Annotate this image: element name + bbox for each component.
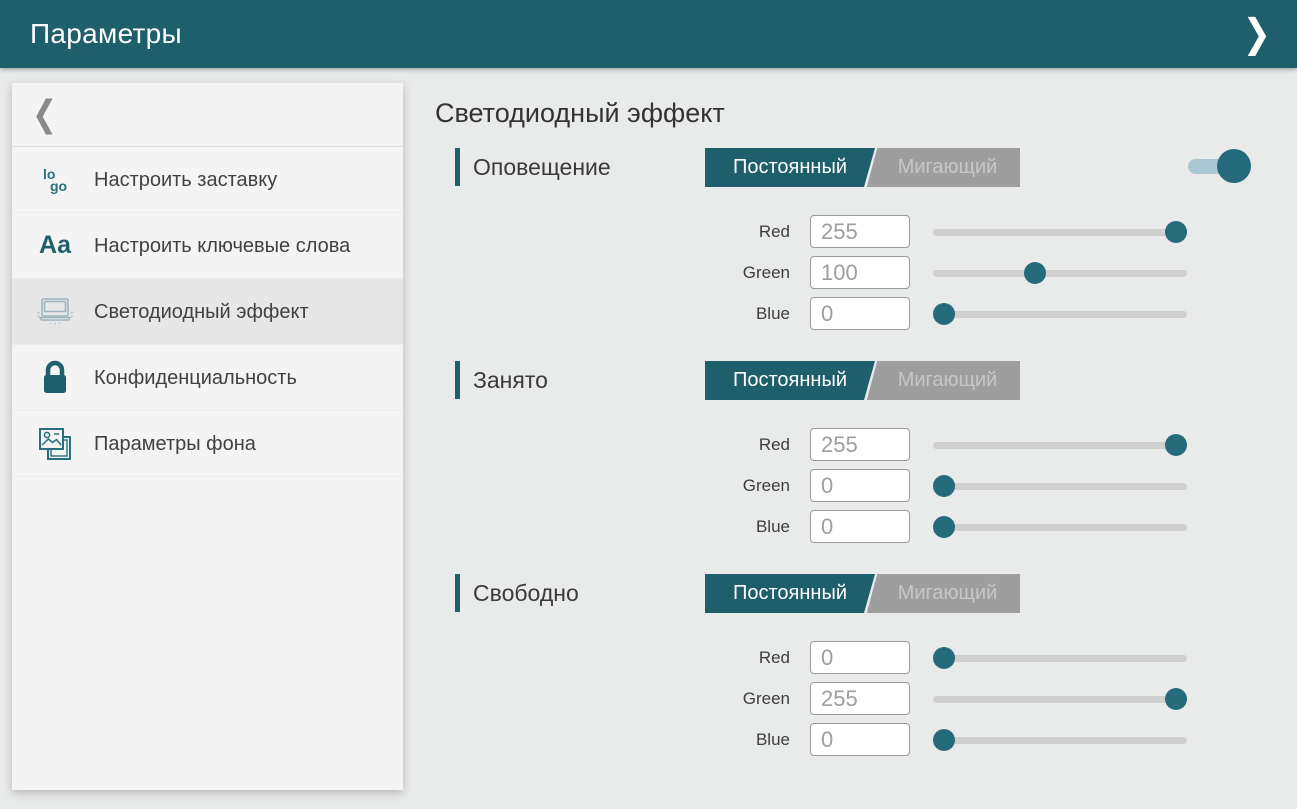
forward-chevron-icon[interactable]: ❯ bbox=[1235, 6, 1280, 61]
blue-slider[interactable] bbox=[933, 729, 1187, 751]
green-row: Green bbox=[455, 252, 1297, 293]
slider-track[interactable] bbox=[933, 229, 1187, 236]
section-accent-bar bbox=[455, 148, 460, 186]
settings-sidebar: ❮ logo Настроить заставку Aa Настроить к… bbox=[12, 83, 403, 790]
green-slider[interactable] bbox=[933, 262, 1187, 284]
slider-thumb[interactable] bbox=[1165, 434, 1187, 456]
sidebar-item-background[interactable]: Параметры фона bbox=[12, 411, 403, 477]
blue-value-input[interactable] bbox=[810, 723, 910, 756]
sidebar-item-led-effect[interactable]: Светодиодный эффект bbox=[12, 279, 403, 345]
sidebar-item-privacy[interactable]: Конфиденциальность bbox=[12, 345, 403, 411]
green-row: Green bbox=[455, 465, 1297, 506]
green-label: Green bbox=[455, 476, 790, 496]
blue-row: Blue bbox=[455, 293, 1297, 334]
mode-segmented-control: Мигающий Постоянный bbox=[705, 574, 1020, 613]
sidebar-back-button[interactable]: ❮ bbox=[12, 83, 403, 147]
slider-track[interactable] bbox=[933, 311, 1187, 318]
section-accent-bar bbox=[455, 574, 460, 612]
mode-constant-option[interactable]: Постоянный bbox=[705, 148, 875, 187]
section-busy: Занято Мигающий Постоянный Red Green bbox=[455, 358, 1297, 547]
slider-thumb[interactable] bbox=[1024, 262, 1046, 284]
green-label: Green bbox=[455, 689, 790, 709]
green-value-input[interactable] bbox=[810, 469, 910, 502]
logo-icon: logo bbox=[32, 168, 78, 192]
red-slider[interactable] bbox=[933, 221, 1187, 243]
text-aa-icon: Aa bbox=[32, 231, 78, 260]
section-title: Занято bbox=[473, 367, 548, 394]
sidebar-item-keywords[interactable]: Aa Настроить ключевые слова bbox=[12, 213, 403, 279]
green-slider[interactable] bbox=[933, 688, 1187, 710]
sidebar-item-label: Настроить ключевые слова bbox=[94, 233, 350, 259]
slider-thumb[interactable] bbox=[933, 729, 955, 751]
slider-thumb[interactable] bbox=[933, 475, 955, 497]
slider-thumb[interactable] bbox=[933, 516, 955, 538]
app-header: Параметры ❯ bbox=[0, 0, 1297, 68]
section-notification: Оповещение Мигающий Постоянный Red Green bbox=[455, 145, 1297, 334]
section-accent-bar bbox=[455, 361, 460, 399]
slider-thumb[interactable] bbox=[1165, 688, 1187, 710]
sidebar-item-label: Параметры фона bbox=[94, 431, 256, 457]
red-row: Red bbox=[455, 637, 1297, 678]
red-slider[interactable] bbox=[933, 434, 1187, 456]
led-monitor-icon bbox=[32, 296, 78, 328]
green-row: Green bbox=[455, 678, 1297, 719]
mode-blinking-option[interactable]: Мигающий bbox=[875, 574, 1020, 613]
section-title: Свободно bbox=[473, 580, 579, 607]
notification-led-toggle[interactable] bbox=[1188, 159, 1236, 174]
blue-value-input[interactable] bbox=[810, 510, 910, 543]
page-title: Светодиодный эффект bbox=[435, 98, 1297, 129]
red-row: Red bbox=[455, 424, 1297, 465]
red-row: Red bbox=[455, 211, 1297, 252]
mode-constant-option[interactable]: Постоянный bbox=[705, 574, 875, 613]
blue-label: Blue bbox=[455, 304, 790, 324]
blue-row: Blue bbox=[455, 719, 1297, 760]
blue-label: Blue bbox=[455, 517, 790, 537]
led-effect-panel: Светодиодный эффект Оповещение Мигающий … bbox=[435, 68, 1297, 809]
slider-track[interactable] bbox=[933, 524, 1187, 531]
blue-row: Blue bbox=[455, 506, 1297, 547]
sidebar-item-label: Настроить заставку bbox=[94, 167, 277, 193]
slider-track[interactable] bbox=[933, 270, 1187, 277]
red-value-input[interactable] bbox=[810, 641, 910, 674]
red-value-input[interactable] bbox=[810, 428, 910, 461]
sidebar-item-label: Светодиодный эффект bbox=[94, 299, 309, 325]
slider-track[interactable] bbox=[933, 442, 1187, 449]
images-icon bbox=[32, 425, 78, 463]
toggle-knob bbox=[1217, 149, 1251, 183]
sidebar-item-screensaver[interactable]: logo Настроить заставку bbox=[12, 147, 403, 213]
sidebar-item-label: Конфиденциальность bbox=[94, 365, 297, 391]
slider-thumb[interactable] bbox=[933, 647, 955, 669]
back-chevron-icon: ❮ bbox=[32, 94, 57, 136]
slider-thumb[interactable] bbox=[933, 303, 955, 325]
green-label: Green bbox=[455, 263, 790, 283]
blue-slider[interactable] bbox=[933, 303, 1187, 325]
red-value-input[interactable] bbox=[810, 215, 910, 248]
mode-constant-option[interactable]: Постоянный bbox=[705, 361, 875, 400]
red-label: Red bbox=[455, 648, 790, 668]
blue-slider[interactable] bbox=[933, 516, 1187, 538]
section-free: Свободно Мигающий Постоянный Red Green bbox=[455, 571, 1297, 760]
mode-segmented-control: Мигающий Постоянный bbox=[705, 361, 1020, 400]
green-value-input[interactable] bbox=[810, 256, 910, 289]
mode-blinking-option[interactable]: Мигающий bbox=[875, 148, 1020, 187]
slider-track[interactable] bbox=[933, 696, 1187, 703]
slider-track[interactable] bbox=[933, 483, 1187, 490]
red-label: Red bbox=[455, 222, 790, 242]
blue-label: Blue bbox=[455, 730, 790, 750]
app-title: Параметры bbox=[30, 18, 182, 50]
green-slider[interactable] bbox=[933, 475, 1187, 497]
lock-icon bbox=[32, 360, 78, 396]
mode-blinking-option[interactable]: Мигающий bbox=[875, 361, 1020, 400]
green-value-input[interactable] bbox=[810, 682, 910, 715]
slider-track[interactable] bbox=[933, 655, 1187, 662]
slider-track[interactable] bbox=[933, 737, 1187, 744]
slider-thumb[interactable] bbox=[1165, 221, 1187, 243]
mode-segmented-control: Мигающий Постоянный bbox=[705, 148, 1020, 187]
red-label: Red bbox=[455, 435, 790, 455]
blue-value-input[interactable] bbox=[810, 297, 910, 330]
red-slider[interactable] bbox=[933, 647, 1187, 669]
section-title: Оповещение bbox=[473, 154, 611, 181]
